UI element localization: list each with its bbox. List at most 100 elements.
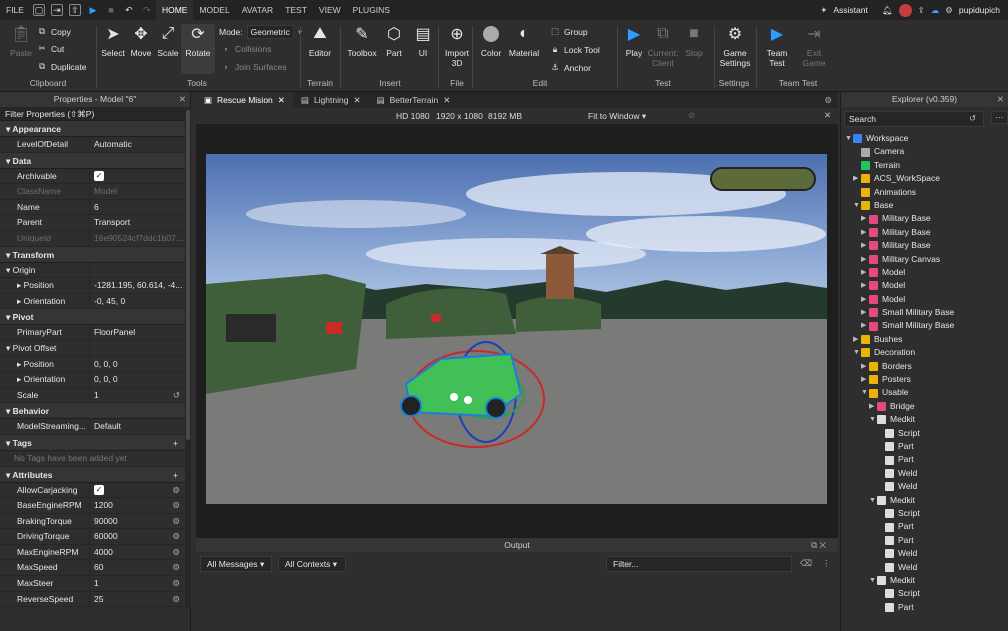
explorer-item[interactable]: Part	[841, 534, 1001, 547]
game-viewport[interactable]	[206, 154, 827, 504]
collapsed-arrow-icon[interactable]: ▶	[861, 253, 869, 266]
ui-button[interactable]: ▤ UI	[406, 24, 440, 58]
expanded-arrow-icon[interactable]: ▼	[869, 494, 877, 507]
section-attributes[interactable]: ▾ Attributes +	[0, 466, 190, 483]
add-tag-icon[interactable]: +	[173, 435, 178, 451]
expanded-arrow-icon[interactable]: ▼	[861, 386, 869, 399]
explorer-item[interactable]: Script	[841, 427, 1001, 440]
redo-icon[interactable]: ↷	[141, 4, 153, 16]
attribute-row[interactable]: MaxSteer 1 ⚙	[0, 576, 190, 592]
exit-game-button[interactable]: ⇥ Exit Game	[797, 24, 831, 68]
close-icon[interactable]: ✕	[179, 92, 186, 107]
explorer-item[interactable]: ▼ Medkit	[841, 574, 1001, 587]
expanded-arrow-icon[interactable]: ▼	[869, 413, 877, 426]
collapsed-arrow-icon[interactable]: ▶	[861, 226, 869, 239]
scene-render[interactable]	[206, 154, 827, 504]
explorer-item[interactable]: Weld	[841, 467, 1001, 480]
rotate-button[interactable]: ⟳ Rotate	[181, 24, 215, 74]
collapsed-arrow-icon[interactable]: ▶	[861, 373, 869, 386]
property-row[interactable]: ▾ Origin	[0, 262, 190, 279]
property-row[interactable]: PrimaryPart FloorPanel	[0, 325, 190, 341]
play-button[interactable]: ▶ Play	[617, 24, 651, 58]
explorer-item[interactable]: ▶ ACS_WorkSpace	[841, 172, 1001, 185]
tab-view[interactable]: VIEW	[313, 0, 347, 20]
undo-icon[interactable]: ↶	[123, 4, 135, 16]
tab-betterterrain[interactable]: ▤ BetterTerrain ✕	[369, 92, 459, 108]
property-row[interactable]: ModelStreaming... Default	[0, 419, 190, 435]
check-icon[interactable]: ✓	[94, 485, 104, 496]
collapsed-arrow-icon[interactable]: ▶	[861, 306, 869, 319]
expanded-arrow-icon[interactable]: ▼	[869, 574, 877, 587]
orientation-icon[interactable]: ⊘	[688, 110, 695, 121]
mode-select[interactable]: Mode:Geometric▾	[219, 25, 302, 39]
attribute-row[interactable]: BaseEngineRPM 1200 ⚙	[0, 498, 190, 514]
attribute-row[interactable]: MaxSpeed 60 ⚙	[0, 560, 190, 577]
explorer-item[interactable]: Terrain	[841, 159, 1001, 172]
explorer-item[interactable]: Part	[841, 453, 1001, 466]
gear-icon[interactable]: ⚙	[172, 545, 180, 560]
more-icon[interactable]: ⋯	[991, 111, 1008, 124]
gear-icon[interactable]: ⚙	[172, 576, 180, 591]
play-icon[interactable]: ▶	[87, 4, 99, 16]
collapsed-arrow-icon[interactable]: ▶	[861, 293, 869, 306]
tab-lightning[interactable]: ▤ Lightning ✕	[293, 92, 369, 108]
contexts-select[interactable]: All Contexts ▾	[278, 556, 346, 572]
explorer-item[interactable]: ▼ Usable	[841, 386, 1001, 399]
terrain-editor-button[interactable]: ⛰ Editor	[303, 24, 337, 58]
collapsed-arrow-icon[interactable]: ▶	[861, 319, 869, 332]
explorer-item[interactable]: Camera	[841, 145, 1001, 158]
share-icon[interactable]: ⇪	[918, 5, 925, 16]
stop-icon[interactable]: ■	[105, 4, 117, 16]
tab-rescue-mision[interactable]: ▣ Rescue Mision ✕	[196, 92, 293, 108]
tab-home[interactable]: HOME	[155, 0, 194, 20]
close-icon[interactable]: ⧉ ✕	[811, 538, 826, 552]
game-settings-button[interactable]: ⚙ Game Settings	[717, 24, 753, 68]
tab-avatar[interactable]: AVATAR	[236, 0, 280, 20]
property-row[interactable]: Name 6	[0, 199, 190, 216]
reset-icon[interactable]: ↺	[173, 388, 180, 403]
gear-icon[interactable]: ⚙	[172, 592, 180, 607]
explorer-item[interactable]: Script	[841, 587, 1001, 600]
collapsed-arrow-icon[interactable]: ▶	[853, 172, 861, 185]
scale-button[interactable]: ⤢ Scale	[151, 24, 185, 58]
section-tags[interactable]: ▾ Tags +	[0, 434, 190, 451]
assistant-icon[interactable]: ✦	[820, 5, 827, 16]
clear-icon[interactable]: ⌫	[800, 558, 812, 569]
attribute-row[interactable]: AllowCarjacking ✓ ⚙	[0, 482, 190, 499]
collapsed-arrow-icon[interactable]: ▶	[861, 239, 869, 252]
property-row[interactable]: Archivable ✓	[0, 168, 190, 185]
property-row[interactable]: ▾ Pivot Offset	[0, 340, 190, 357]
property-row[interactable]: LevelOfDetail Automatic	[0, 137, 190, 153]
gear-icon[interactable]: ⚙	[172, 560, 180, 575]
collapsed-arrow-icon[interactable]: ▶	[861, 279, 869, 292]
tab-plugins[interactable]: PLUGINS	[347, 0, 396, 20]
explorer-item[interactable]: ▶ Posters	[841, 373, 1001, 386]
tab-model[interactable]: MODEL	[193, 0, 235, 20]
publish-icon[interactable]: ⇧	[68, 4, 81, 16]
tab-test[interactable]: TEST	[279, 0, 313, 20]
gear-icon[interactable]: ⚙	[824, 92, 838, 108]
property-row[interactable]: ▸ Orientation 0, 0, 0	[0, 372, 190, 388]
explorer-item[interactable]: ▶ Small Military Base	[841, 319, 1001, 332]
explorer-item[interactable]: Weld	[841, 547, 1001, 560]
explorer-item[interactable]: ▶ Military Base	[841, 212, 1001, 225]
username[interactable]: pupidupich	[959, 5, 1000, 15]
join-surfaces-toggle[interactable]: ▫ Join Surfaces	[221, 62, 286, 72]
collisions-toggle[interactable]: ▫ Collisions	[221, 44, 271, 54]
history-icon[interactable]: ↺	[969, 113, 976, 124]
explorer-item[interactable]: ▶ Borders	[841, 360, 1001, 373]
gear-icon[interactable]: ⚙	[172, 529, 180, 544]
property-row[interactable]: ▸ Orientation -0, 45, 0	[0, 293, 190, 310]
explorer-item[interactable]: ▼ Medkit	[841, 494, 1001, 507]
collapsed-arrow-icon[interactable]: ▶	[869, 400, 877, 413]
explorer-item[interactable]: ▶ Model	[841, 279, 1001, 292]
close-icon[interactable]: ✕	[278, 92, 285, 108]
settings-icon[interactable]: ⚙	[945, 5, 953, 16]
section-pivot[interactable]: ▾ Pivot	[0, 309, 190, 326]
explorer-item[interactable]: Part	[841, 601, 1001, 614]
explorer-item[interactable]: Weld	[841, 561, 1001, 574]
import-icon[interactable]: ⇥	[50, 4, 63, 16]
paste-button[interactable]: 📋︎ Paste	[4, 24, 38, 58]
collapsed-arrow-icon[interactable]: ▶	[853, 333, 861, 346]
explorer-item[interactable]: ▶ Small Military Base	[841, 306, 1001, 319]
